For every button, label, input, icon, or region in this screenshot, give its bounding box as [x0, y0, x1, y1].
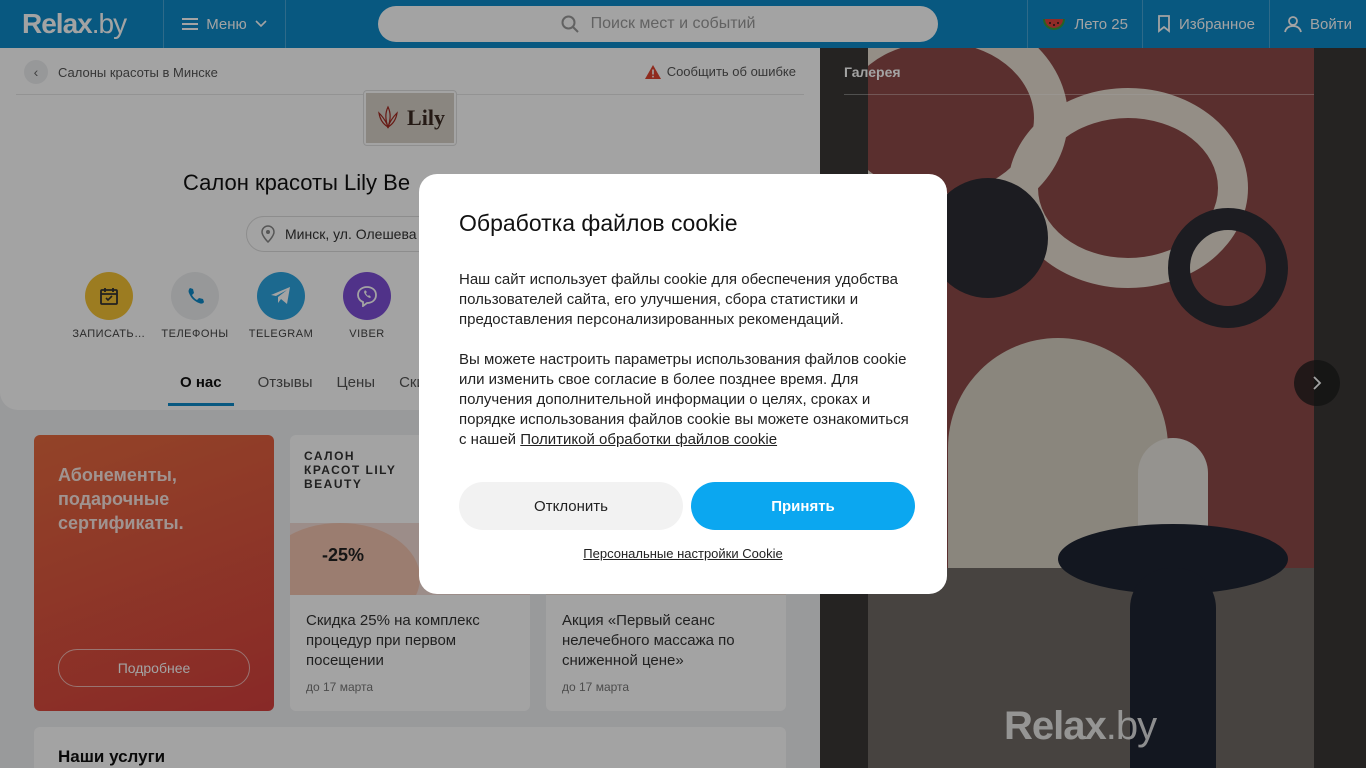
accept-button[interactable]: Принять — [691, 482, 915, 530]
decline-button[interactable]: Отклонить — [459, 482, 683, 530]
cookie-paragraph-1: Наш сайт использует файлы cookie для обе… — [459, 271, 898, 328]
cookie-paragraph-2: Вы можете настроить параметры использова… — [459, 350, 909, 450]
cookie-policy-link[interactable]: Политикой обработки файлов cookie — [520, 431, 777, 448]
cookie-modal: Обработка файлов cookie Наш сайт использ… — [419, 174, 947, 594]
cookie-title: Обработка файлов cookie — [459, 210, 738, 236]
personal-settings-link[interactable]: Персональные настройки Cookie — [419, 546, 947, 561]
